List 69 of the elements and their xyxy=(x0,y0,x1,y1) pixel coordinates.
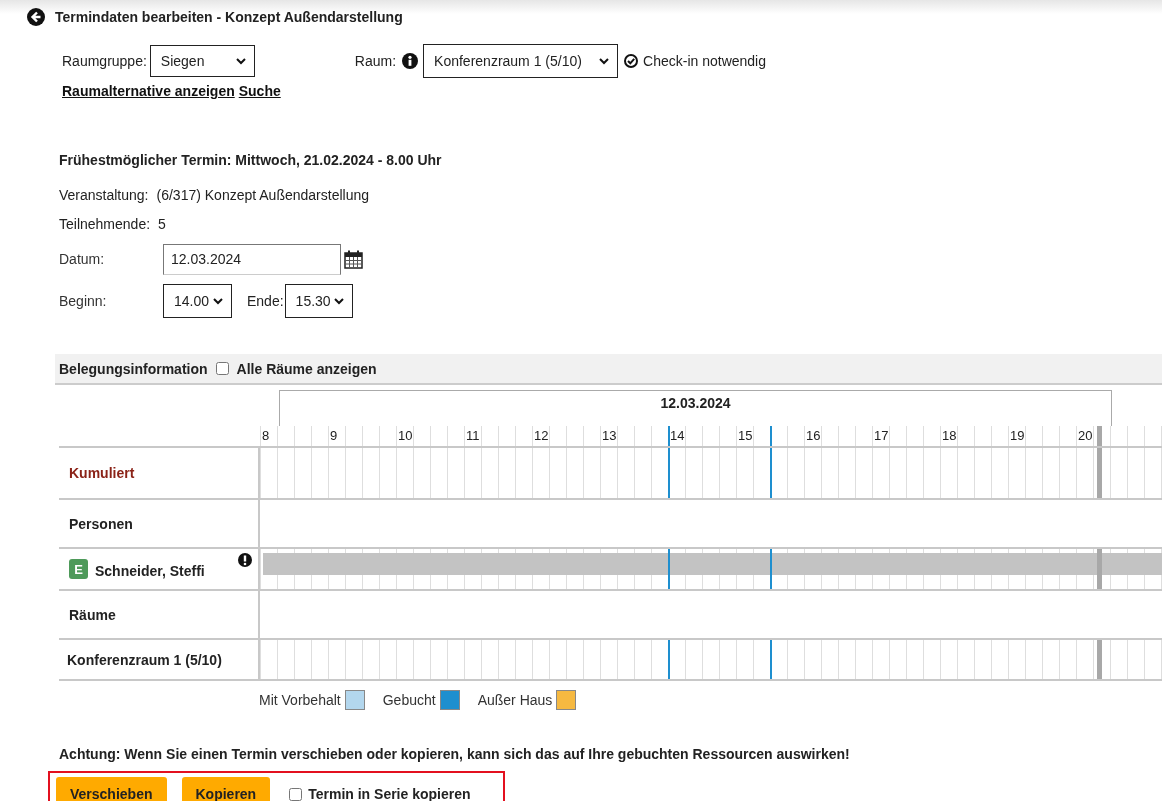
hour-label: 10 xyxy=(398,428,413,443)
field-label: Teilnehmende: xyxy=(59,215,151,232)
group-label: Personen xyxy=(69,515,133,532)
booking-time-line xyxy=(770,549,772,589)
info-icon xyxy=(402,53,419,69)
caret-icon xyxy=(332,297,345,305)
checkin-note: Check-in notwendig xyxy=(643,53,767,69)
person-name: Schneider, Steffi xyxy=(95,563,205,579)
link[interactable]: Suche xyxy=(238,83,281,99)
booking-time-line xyxy=(668,448,670,498)
day-end-marker xyxy=(1097,448,1102,498)
hour-label: 9 xyxy=(330,428,338,443)
field-label: Veranstaltung: xyxy=(59,186,149,203)
hour-label: 12 xyxy=(534,428,549,443)
action-button[interactable]: Kopieren xyxy=(181,777,271,801)
hour-label: 20 xyxy=(1078,428,1093,443)
show-all-rooms-checkbox[interactable] xyxy=(215,362,229,375)
checkbox-label: Termin in Serie kopieren xyxy=(308,786,471,801)
hour-label: 17 xyxy=(874,428,889,443)
legend-label: Außer Haus xyxy=(477,692,553,708)
end-time-select[interactable]: 15.30 xyxy=(284,284,353,318)
booking-time-line xyxy=(770,640,772,679)
caret-icon xyxy=(598,57,611,65)
booking-time-line xyxy=(770,448,772,498)
field-value: (6/317) Konzept Außendarstellung xyxy=(156,186,369,203)
hour-label: 8 xyxy=(262,428,270,443)
room-label: Konferenzraum 1 (5/10) xyxy=(67,651,222,668)
field-label: Raum: xyxy=(354,53,397,69)
booking-time-line xyxy=(770,426,772,446)
hour-label: 14 xyxy=(670,428,685,443)
section-title: Belegungsinformation xyxy=(59,360,208,377)
series-copy-checkbox[interactable] xyxy=(289,787,303,801)
calendar-icon[interactable] xyxy=(344,249,363,269)
group-label: Räume xyxy=(69,606,116,623)
hour-label: 15 xyxy=(738,428,753,443)
legend-label: Mit Vorbehalt xyxy=(259,692,341,708)
page-title: Termindaten bearbeiten - Konzept Außendarstellung xyxy=(55,9,403,25)
legend-label: Gebucht xyxy=(382,692,436,708)
day-end-marker xyxy=(1097,549,1102,589)
room-select[interactable]: Konferenzraum 1 (5/10) xyxy=(423,44,619,78)
room-group-select[interactable]: Siegen xyxy=(149,45,255,77)
action-button[interactable]: Verschieben xyxy=(56,777,167,801)
checkbox-label: Alle Räume anzeigen xyxy=(236,360,377,377)
field-label: Raumgruppe: xyxy=(62,53,147,69)
link[interactable]: Raumalternative anzeigen xyxy=(62,83,235,99)
field-label: Datum: xyxy=(59,251,106,267)
role-badge: E xyxy=(69,559,88,579)
earliest-date-heading: Frühestmöglicher Termin: Mittwoch, 21.02.2024 - 8.00 Uhr xyxy=(59,151,443,169)
caret-icon xyxy=(234,57,247,65)
date-field[interactable]: 12.03.2024 xyxy=(163,243,341,275)
hour-label: 16 xyxy=(806,428,821,443)
hour-label: 19 xyxy=(1010,428,1025,443)
hour-label: 11 xyxy=(466,428,480,443)
booking-time-line xyxy=(668,426,670,446)
field-label: Beginn: xyxy=(59,293,108,309)
warning-message: Achtung: Wenn Sie einen Termin verschieben oder kopieren, kann sich das auf Ihre gebuchten Ressourcen auswirken! xyxy=(59,746,851,762)
booking-time-line xyxy=(668,549,670,589)
booking-time-line xyxy=(668,640,670,679)
field-value: 5 xyxy=(158,215,166,232)
start-time-select[interactable]: 14.00 xyxy=(163,284,232,318)
field-label: Ende: xyxy=(247,293,284,309)
row-label: Kumuliert xyxy=(69,465,135,481)
hour-label: 18 xyxy=(942,428,957,443)
day-end-marker xyxy=(1097,426,1102,446)
date-label: 12.03.2024 xyxy=(660,395,731,411)
hour-label: 13 xyxy=(602,428,617,443)
back-arrow-icon[interactable] xyxy=(27,8,45,26)
day-end-marker xyxy=(1097,640,1102,679)
caret-icon xyxy=(212,297,224,305)
